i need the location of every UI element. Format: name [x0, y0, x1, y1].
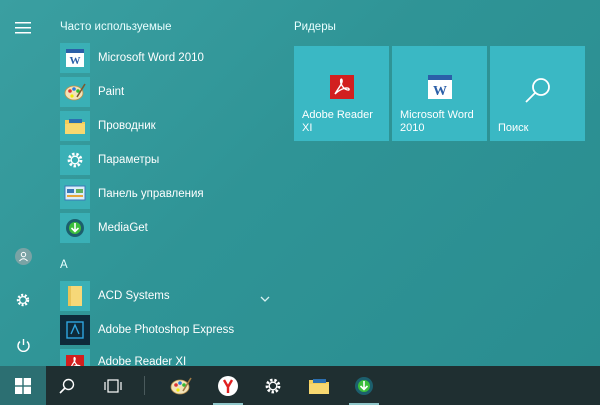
app-item-photoshop-express[interactable]: Adobe Photoshop Express: [60, 315, 280, 345]
task-view-icon[interactable]: [92, 366, 134, 405]
app-label: ACD Systems: [98, 290, 170, 302]
search-icon: [490, 76, 585, 106]
control-panel-icon: [60, 179, 90, 209]
tile-label: Adobe Reader XI: [302, 109, 373, 134]
app-label: Параметры: [98, 154, 160, 166]
mediaget-icon: [60, 213, 90, 243]
avatar: [14, 247, 32, 265]
taskbar-separator: [144, 376, 145, 395]
svg-text:W: W: [433, 84, 447, 99]
app-item-explorer[interactable]: Проводник: [60, 111, 280, 141]
app-label: Paint: [98, 86, 125, 98]
app-item-control-panel[interactable]: Панель управления: [60, 179, 280, 209]
tile-label: Поиск: [498, 122, 529, 134]
folder-icon[interactable]: [298, 366, 340, 405]
app-item-paint[interactable]: Paint: [60, 77, 280, 107]
gear-icon[interactable]: [9, 286, 37, 314]
mediaget-icon[interactable]: [343, 366, 385, 405]
app-label: MediaGet: [98, 222, 148, 234]
app-label: Проводник: [98, 120, 156, 132]
search-icon[interactable]: [46, 366, 88, 405]
app-item-word[interactable]: W Microsoft Word 2010: [60, 43, 280, 73]
app-label: Adobe Reader XI: [98, 356, 187, 366]
tile-group-header[interactable]: Ридеры: [294, 21, 336, 33]
word-icon: W: [60, 43, 90, 73]
adobe-reader-icon: [294, 74, 389, 100]
photoshop-icon: [60, 315, 90, 345]
folder-icon: [60, 111, 90, 141]
app-label: Microsoft Word 2010: [98, 52, 204, 64]
tile-word[interactable]: W Microsoft Word 2010: [392, 46, 487, 141]
start-menu: Часто используемые W Microsoft Word 2010…: [0, 0, 600, 366]
app-label: Adobe Photoshop Express: [98, 324, 235, 336]
app-item-settings[interactable]: Параметры: [60, 145, 280, 175]
adobe-reader-icon: [60, 349, 90, 366]
section-header-letter[interactable]: A: [60, 259, 68, 271]
tile-label: Microsoft Word 2010: [400, 109, 474, 134]
app-label: Панель управления: [98, 188, 204, 200]
app-item-mediaget[interactable]: MediaGet: [60, 213, 280, 243]
app-item-adobe-reader[interactable]: Adobe Reader XI: [60, 349, 280, 366]
hamburger-icon[interactable]: [9, 14, 37, 42]
windows-icon[interactable]: [0, 366, 46, 405]
app-list: Часто используемые W Microsoft Word 2010…: [46, 0, 284, 366]
paint-icon[interactable]: [160, 366, 202, 405]
gear-icon[interactable]: [252, 366, 294, 405]
chevron-down-icon[interactable]: [260, 290, 270, 308]
user-icon[interactable]: [9, 242, 37, 270]
tile-search[interactable]: Поиск: [490, 46, 585, 141]
gear-icon: [60, 145, 90, 175]
app-item-acd-systems[interactable]: ACD Systems: [60, 281, 280, 311]
yandex-icon[interactable]: [207, 366, 249, 405]
section-header-frequent: Часто используемые: [60, 21, 172, 33]
word-icon: W: [392, 74, 487, 100]
power-icon[interactable]: [9, 331, 37, 359]
svg-text:W: W: [70, 55, 81, 67]
folder-icon: [60, 281, 90, 311]
tile-adobe-reader[interactable]: Adobe Reader XI: [294, 46, 389, 141]
start-rail: [0, 0, 46, 366]
paint-icon: [60, 77, 90, 107]
taskbar: [0, 366, 600, 405]
